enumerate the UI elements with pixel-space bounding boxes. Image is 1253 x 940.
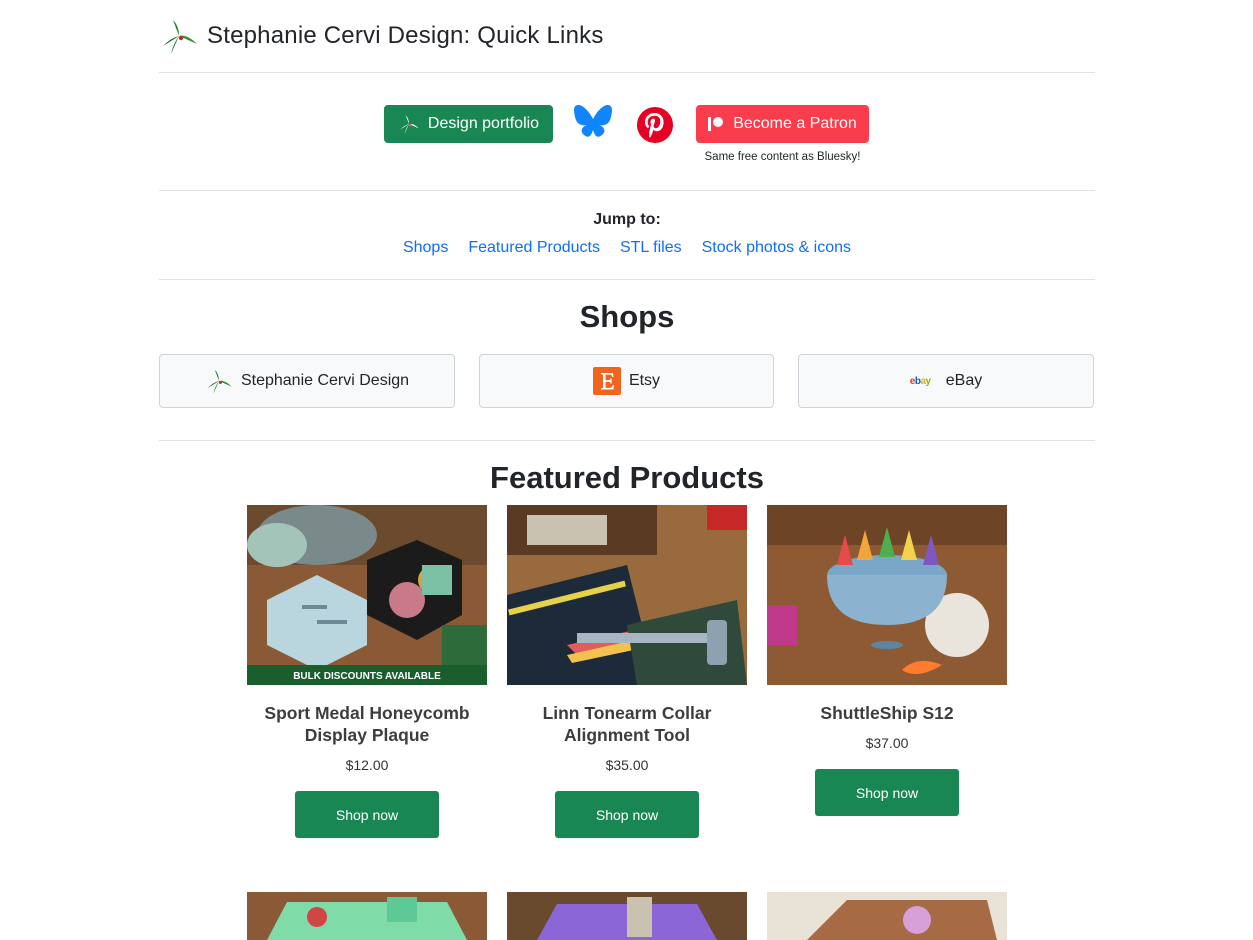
shop-now-button[interactable]: Shop now (815, 769, 959, 816)
shops-section: Shops Stephanie Cervi Design Etsy ebay e… (159, 280, 1095, 441)
jump-link-featured-products[interactable]: Featured Products (468, 239, 600, 257)
design-portfolio-button[interactable]: Design portfolio (384, 105, 553, 143)
product-title: Linn Tonearm Collar Alignment Tool (542, 703, 712, 745)
product-price: $35.00 (605, 757, 649, 773)
holly-logo-icon (398, 113, 420, 135)
pinterest-link[interactable] (636, 106, 674, 144)
ebay-icon: ebay (910, 371, 938, 391)
bluesky-link[interactable] (572, 104, 614, 145)
product-image-partial[interactable] (247, 892, 487, 940)
become-patron-button[interactable]: Become a Patron (696, 105, 869, 143)
shop-etsy-button[interactable]: Etsy (479, 354, 774, 408)
patreon-note: Same free content as Bluesky! (704, 151, 861, 163)
shop-stephanie-cervi-design-button[interactable]: Stephanie Cervi Design (159, 354, 455, 408)
page-container: Stephanie Cervi Design: Quick Links Desi… (159, 0, 1095, 495)
product-image-shuttleship[interactable] (767, 505, 1007, 685)
shops-heading: Shops (579, 299, 675, 334)
product-price: $37.00 (865, 735, 909, 751)
shop-label: Etsy (628, 372, 661, 389)
jump-link-stl-files[interactable]: STL files (620, 239, 682, 257)
product-card: ShuttleShip S12 $37.00 Shop now (767, 505, 1007, 816)
product-image-tonearm-tool[interactable] (507, 505, 747, 685)
product-image-partial[interactable] (507, 892, 747, 940)
product-card: BULK DISCOUNTS AVAILABLE Sport Medal Hon… (247, 505, 487, 838)
featured-products-heading: Featured Products (490, 460, 764, 495)
holly-logo-icon (205, 367, 233, 395)
product-price: $12.00 (345, 757, 389, 773)
jump-links: Shops Featured Products STL files Stock … (159, 239, 1095, 257)
shop-label: Stephanie Cervi Design (240, 372, 410, 389)
become-patron-label: Become a Patron (733, 115, 857, 132)
holly-logo-icon (159, 16, 199, 56)
image-banner-text: BULK DISCOUNTS AVAILABLE (293, 671, 441, 682)
product-title: ShuttleShip S12 (820, 703, 954, 723)
social-links-bar: Design portfolio Become a Patron Same fr… (159, 73, 1095, 191)
shop-now-button[interactable]: Shop now (555, 791, 699, 838)
ebay-logo-text: ebay (909, 375, 931, 387)
jump-link-stock-photos[interactable]: Stock photos & icons (702, 239, 851, 257)
product-image-medal-plaque[interactable]: BULK DISCOUNTS AVAILABLE (247, 505, 487, 685)
product-title: Sport Medal Honeycomb Display Plaque (264, 703, 470, 745)
pinterest-icon (636, 107, 674, 148)
shop-label: eBay (945, 372, 983, 389)
bluesky-butterfly-icon (573, 104, 613, 145)
page-header: Stephanie Cervi Design: Quick Links (159, 0, 1095, 73)
shop-now-button[interactable]: Shop now (295, 791, 439, 838)
product-image-partial[interactable] (767, 892, 1007, 940)
patreon-icon (708, 116, 724, 132)
etsy-icon (592, 367, 621, 395)
jump-to-nav: Jump to: Shops Featured Products STL fil… (159, 191, 1095, 280)
page-title: Stephanie Cervi Design: Quick Links (207, 22, 604, 49)
jump-link-shops[interactable]: Shops (403, 239, 448, 257)
design-portfolio-label: Design portfolio (427, 115, 540, 132)
jump-to-label: Jump to: (593, 211, 661, 228)
product-card: Linn Tonearm Collar Alignment Tool $35.0… (507, 505, 747, 838)
shop-ebay-button[interactable]: ebay eBay (798, 354, 1094, 408)
